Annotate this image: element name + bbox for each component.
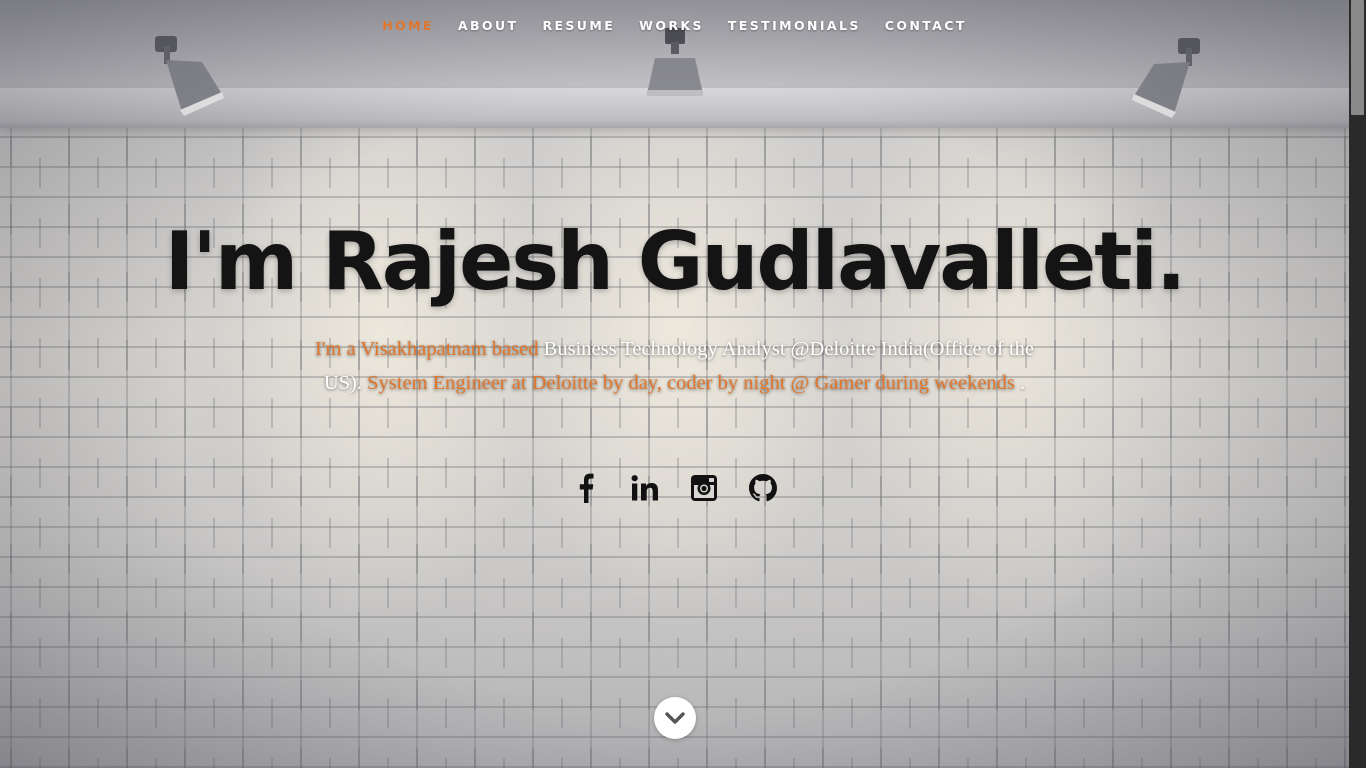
nav-testimonials[interactable]: TESTIMONIALS [716, 18, 873, 33]
hero-section: HOME ABOUT RESUME WORKS TESTIMONIALS CON… [0, 0, 1349, 768]
wall-ledge [0, 88, 1349, 128]
nav-resume[interactable]: RESUME [530, 18, 627, 33]
nav-works[interactable]: WORKS [627, 18, 716, 33]
intro-period: . [1014, 372, 1026, 394]
hero-title: I'm Rajesh Gudlavalleti. [164, 215, 1187, 308]
linkedin-icon[interactable] [629, 470, 661, 506]
chevron-down-icon [665, 712, 685, 724]
facebook-icon[interactable] [570, 470, 602, 506]
page-scrollbar[interactable] [1349, 0, 1366, 768]
hero-intro: I'm a Visakhapatnam based Business Techn… [315, 332, 1035, 400]
intro-tagline: System Engineer at Deloitte by day, code… [367, 372, 1015, 394]
scroll-down-button[interactable] [654, 697, 696, 739]
nav-contact[interactable]: CONTACT [873, 18, 979, 33]
nav-home[interactable]: HOME [370, 18, 446, 33]
github-icon[interactable] [747, 470, 779, 506]
intro-location: I'm a Visakhapatnam based [314, 338, 539, 360]
hero-banner: I'm Rajesh Gudlavalleti. I'm a Visakhapa… [0, 212, 1349, 400]
instagram-icon[interactable] [688, 470, 720, 506]
main-nav: HOME ABOUT RESUME WORKS TESTIMONIALS CON… [0, 0, 1349, 50]
social-links [0, 470, 1349, 506]
scrollbar-thumb[interactable] [1351, 0, 1364, 115]
nav-about[interactable]: ABOUT [446, 18, 531, 33]
